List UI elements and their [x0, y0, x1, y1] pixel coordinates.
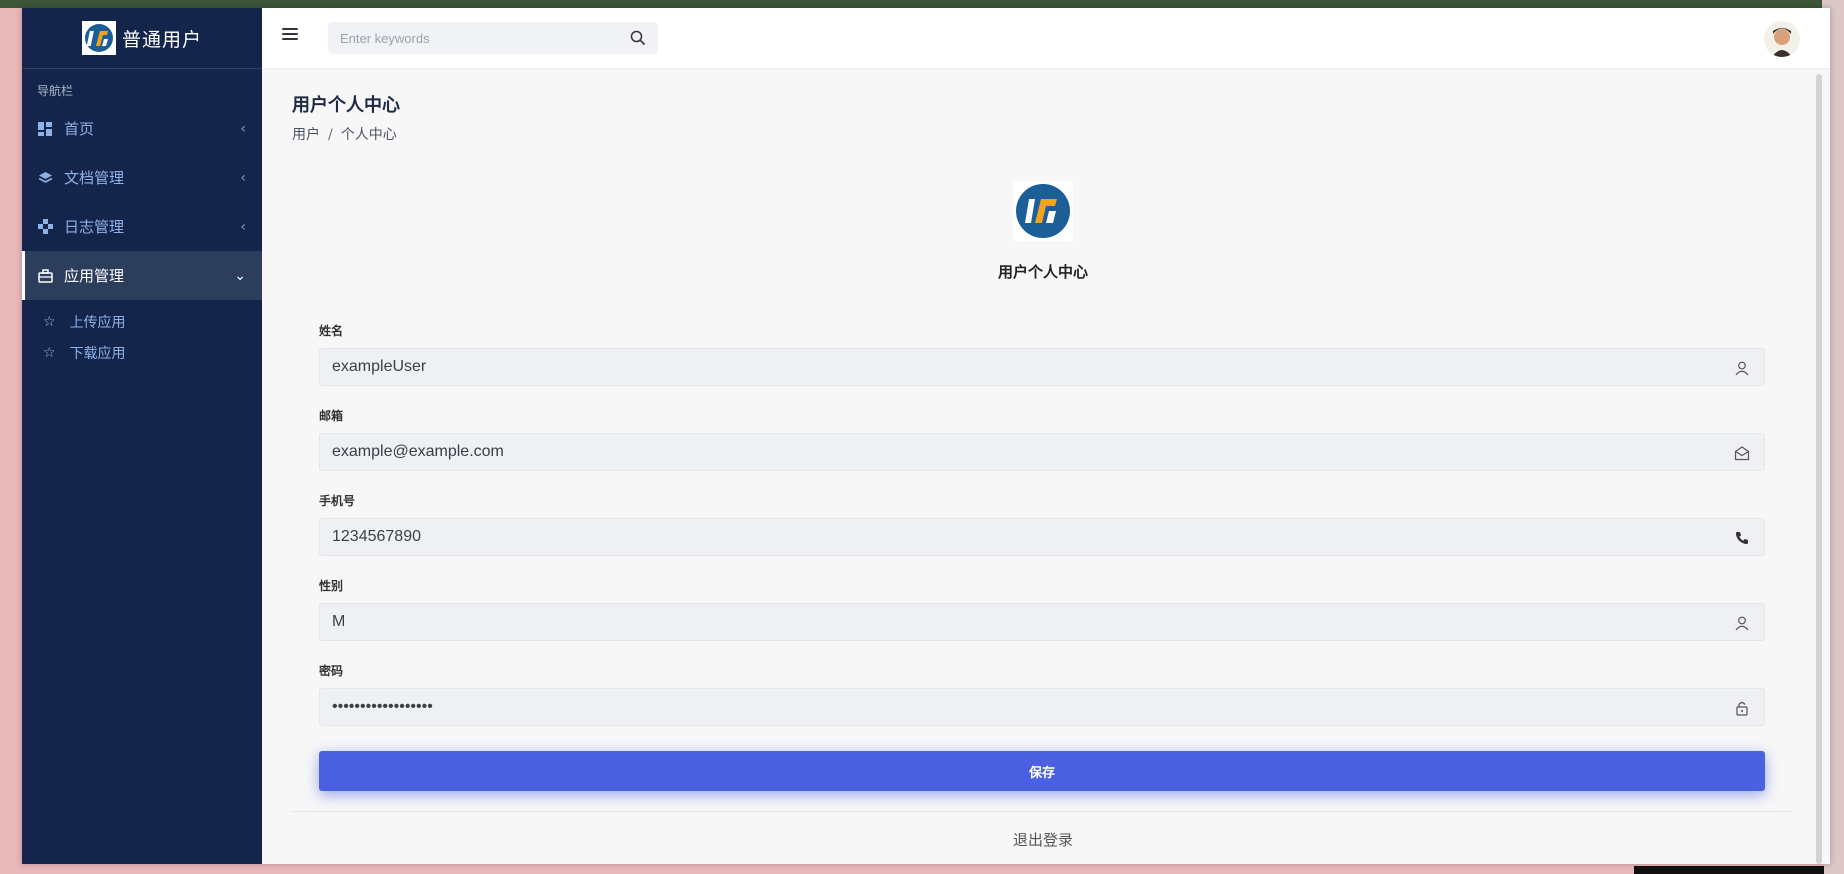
divider — [292, 811, 1792, 812]
nodes-icon — [38, 219, 54, 235]
sidebar-item-home[interactable]: 首页 ‹ — [22, 104, 262, 153]
avatar[interactable] — [1764, 21, 1800, 57]
gender-field[interactable] — [320, 604, 1724, 640]
phone-label: 手机号 — [319, 494, 356, 508]
phone-field-wrapper — [319, 518, 1765, 556]
brand-logo — [81, 21, 116, 55]
user-icon — [1734, 360, 1750, 376]
layers-icon — [38, 170, 54, 186]
chevron-left-icon: ‹ — [240, 121, 246, 137]
logout-link[interactable]: 退出登录 — [1013, 829, 1073, 850]
envelope-open-icon — [1734, 445, 1750, 461]
breadcrumb-item-user[interactable]: 用户 — [292, 127, 320, 143]
gender-field-wrapper — [319, 603, 1765, 641]
sidebar-item-logs[interactable]: 日志管理 ‹ — [22, 202, 262, 251]
breadcrumb-item-profile: 个人中心 — [340, 127, 397, 143]
profile-heading-text: 用户个人中心 — [997, 263, 1089, 281]
email-field[interactable] — [320, 434, 1724, 470]
name-field[interactable] — [320, 349, 1724, 385]
lock-icon — [1734, 700, 1750, 716]
app-window: 普通用户 导航栏 首页 ‹ 文档管理 ‹ 日志管理 ‹ 应用管理 ⌄ ☆ 上传应… — [22, 8, 1830, 864]
breadcrumb: 用户 / 个人中心 — [292, 124, 397, 144]
profile-logo — [1013, 181, 1073, 241]
save-button[interactable]: 保存 — [319, 751, 1765, 791]
chevron-left-icon: ‹ — [240, 219, 246, 235]
search-icon[interactable] — [630, 30, 646, 50]
desktop-top-strip — [0, 0, 1844, 8]
chevron-left-icon: ‹ — [240, 170, 246, 186]
nav-caption: 导航栏 — [37, 84, 74, 98]
sidebar-menu: 首页 ‹ 文档管理 ‹ 日志管理 ‹ 应用管理 ⌄ — [22, 104, 262, 300]
chevron-down-icon: ⌄ — [234, 268, 246, 284]
brand[interactable]: 普通用户 — [22, 8, 262, 69]
briefcase-icon — [38, 268, 54, 284]
sidebar-submenu: ☆ 上传应用 ☆ 下载应用 — [22, 300, 262, 368]
password-field-wrapper — [319, 688, 1765, 726]
menu-toggle-icon[interactable] — [282, 28, 298, 42]
phone-field[interactable] — [320, 519, 1724, 555]
sidebar-subitem-label: 上传应用 — [69, 314, 126, 331]
star-icon: ☆ — [43, 313, 56, 330]
sidebar-subitem-label: 下载应用 — [69, 345, 126, 362]
name-field-wrapper — [319, 348, 1765, 386]
gender-label: 性别 — [319, 579, 344, 593]
top-header — [262, 8, 1830, 68]
sidebar-item-apps[interactable]: 应用管理 ⌄ — [22, 251, 262, 300]
main-content: 用户个人中心 用户 / 个人中心 用户个人中心 姓名 邮箱 — [262, 68, 1830, 864]
email-field-wrapper — [319, 433, 1765, 471]
sidebar-item-label: 首页 — [64, 120, 95, 138]
dashboard-icon — [38, 121, 54, 137]
sidebar-item-documents[interactable]: 文档管理 ‹ — [22, 153, 262, 202]
user-icon — [1734, 615, 1750, 631]
password-label: 密码 — [319, 664, 344, 678]
name-label: 姓名 — [319, 324, 344, 338]
sidebar-item-label: 文档管理 — [64, 169, 125, 187]
search-box — [328, 22, 658, 54]
brand-title: 普通用户 — [121, 28, 202, 51]
scrollbar[interactable] — [1816, 74, 1822, 864]
sidebar-subitem-upload-app[interactable]: ☆ 上传应用 — [22, 306, 262, 337]
sidebar: 普通用户 导航栏 首页 ‹ 文档管理 ‹ 日志管理 ‹ 应用管理 ⌄ ☆ 上传应… — [22, 8, 262, 864]
email-label: 邮箱 — [319, 409, 344, 423]
page-title: 用户个人中心 — [292, 95, 400, 116]
desktop-taskbar-fragment — [1634, 866, 1824, 874]
sidebar-item-label: 应用管理 — [64, 267, 125, 285]
breadcrumb-separator: / — [328, 127, 333, 143]
password-field[interactable] — [320, 689, 1724, 725]
sidebar-subitem-download-app[interactable]: ☆ 下载应用 — [22, 337, 262, 368]
sidebar-item-label: 日志管理 — [64, 218, 125, 236]
search-input[interactable] — [328, 22, 612, 54]
star-icon: ☆ — [43, 344, 56, 361]
phone-icon — [1734, 530, 1750, 546]
